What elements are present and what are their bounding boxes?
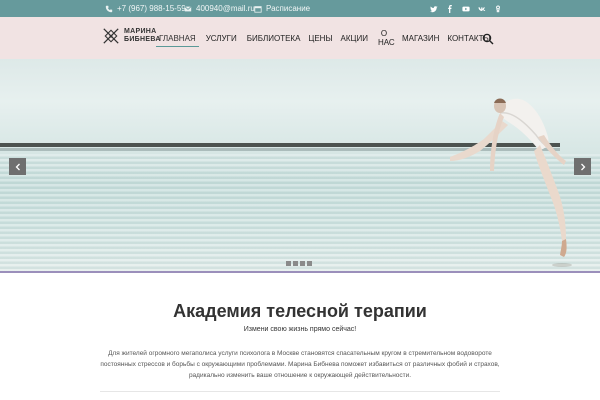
nav-about-line-1: О	[380, 29, 388, 38]
twitter-icon[interactable]	[428, 3, 439, 14]
social-links	[428, 3, 503, 14]
chevron-right-icon	[580, 163, 585, 170]
slider-next-button[interactable]	[574, 158, 591, 175]
schedule-label: Расписание	[266, 4, 311, 13]
main-nav: Главная Услуги Библиотека Цены Акции О н…	[155, 17, 495, 59]
section-subtitle: Измени свою жизнь прямо сейчас!	[243, 326, 357, 333]
site-logo[interactable]: М МАРИНА БИБНЕВА	[102, 27, 161, 45]
search-button[interactable]	[482, 32, 494, 45]
vk-icon[interactable]	[476, 3, 487, 14]
hero-slider	[0, 59, 600, 273]
email-contact[interactable]: 400940@mail.ru	[184, 3, 255, 14]
email-address: 400940@mail.ru	[196, 4, 255, 13]
slider-dot-3[interactable]	[300, 261, 305, 266]
slider-dot-2[interactable]	[293, 261, 298, 266]
nav-item-shop[interactable]: Магазин	[398, 34, 443, 43]
phone-number: +7 (967) 988-15-59	[117, 4, 186, 13]
nav-item-prices[interactable]: Цены	[304, 34, 336, 43]
slider-pagination	[286, 261, 312, 266]
facebook-icon[interactable]	[444, 3, 455, 14]
nav-item-about[interactable]: О нас	[374, 29, 395, 47]
odnoklassniki-icon[interactable]	[492, 3, 503, 14]
section-title: Академия телесной терапии	[173, 301, 427, 321]
youtube-icon[interactable]	[460, 3, 471, 14]
intro-paragraph: Для жителей огромного мегаполиса услуги …	[100, 350, 500, 379]
schedule-link[interactable]: Расписание	[254, 3, 310, 14]
nav-item-home[interactable]: Главная	[155, 34, 200, 47]
chevron-left-icon	[15, 163, 20, 170]
slider-dot-4[interactable]	[307, 261, 312, 266]
phone-contact[interactable]: +7 (967) 988-15-59	[105, 3, 186, 14]
search-icon	[482, 33, 494, 45]
section-divider	[100, 391, 500, 392]
nav-item-services[interactable]: Услуги	[202, 34, 241, 43]
nav-about-line-2: нас	[377, 38, 395, 47]
slider-dot-1[interactable]	[286, 261, 291, 266]
nav-item-promotions[interactable]: Акции	[337, 34, 372, 43]
envelope-icon	[184, 5, 192, 13]
slider-prev-button[interactable]	[9, 158, 26, 175]
nav-item-library[interactable]: Библиотека	[243, 34, 305, 43]
phone-icon	[105, 5, 113, 13]
intro-section: Академия телесной терапии Измени свою жи…	[0, 273, 600, 400]
svg-text:М: М	[109, 34, 113, 39]
top-bar: +7 (967) 988-15-59 400940@mail.ru Распис…	[0, 0, 600, 17]
calendar-icon	[254, 5, 262, 13]
logo-mark-icon: М	[103, 28, 119, 44]
site-header: М МАРИНА БИБНЕВА Главная Услуги Библиоте…	[0, 17, 600, 59]
